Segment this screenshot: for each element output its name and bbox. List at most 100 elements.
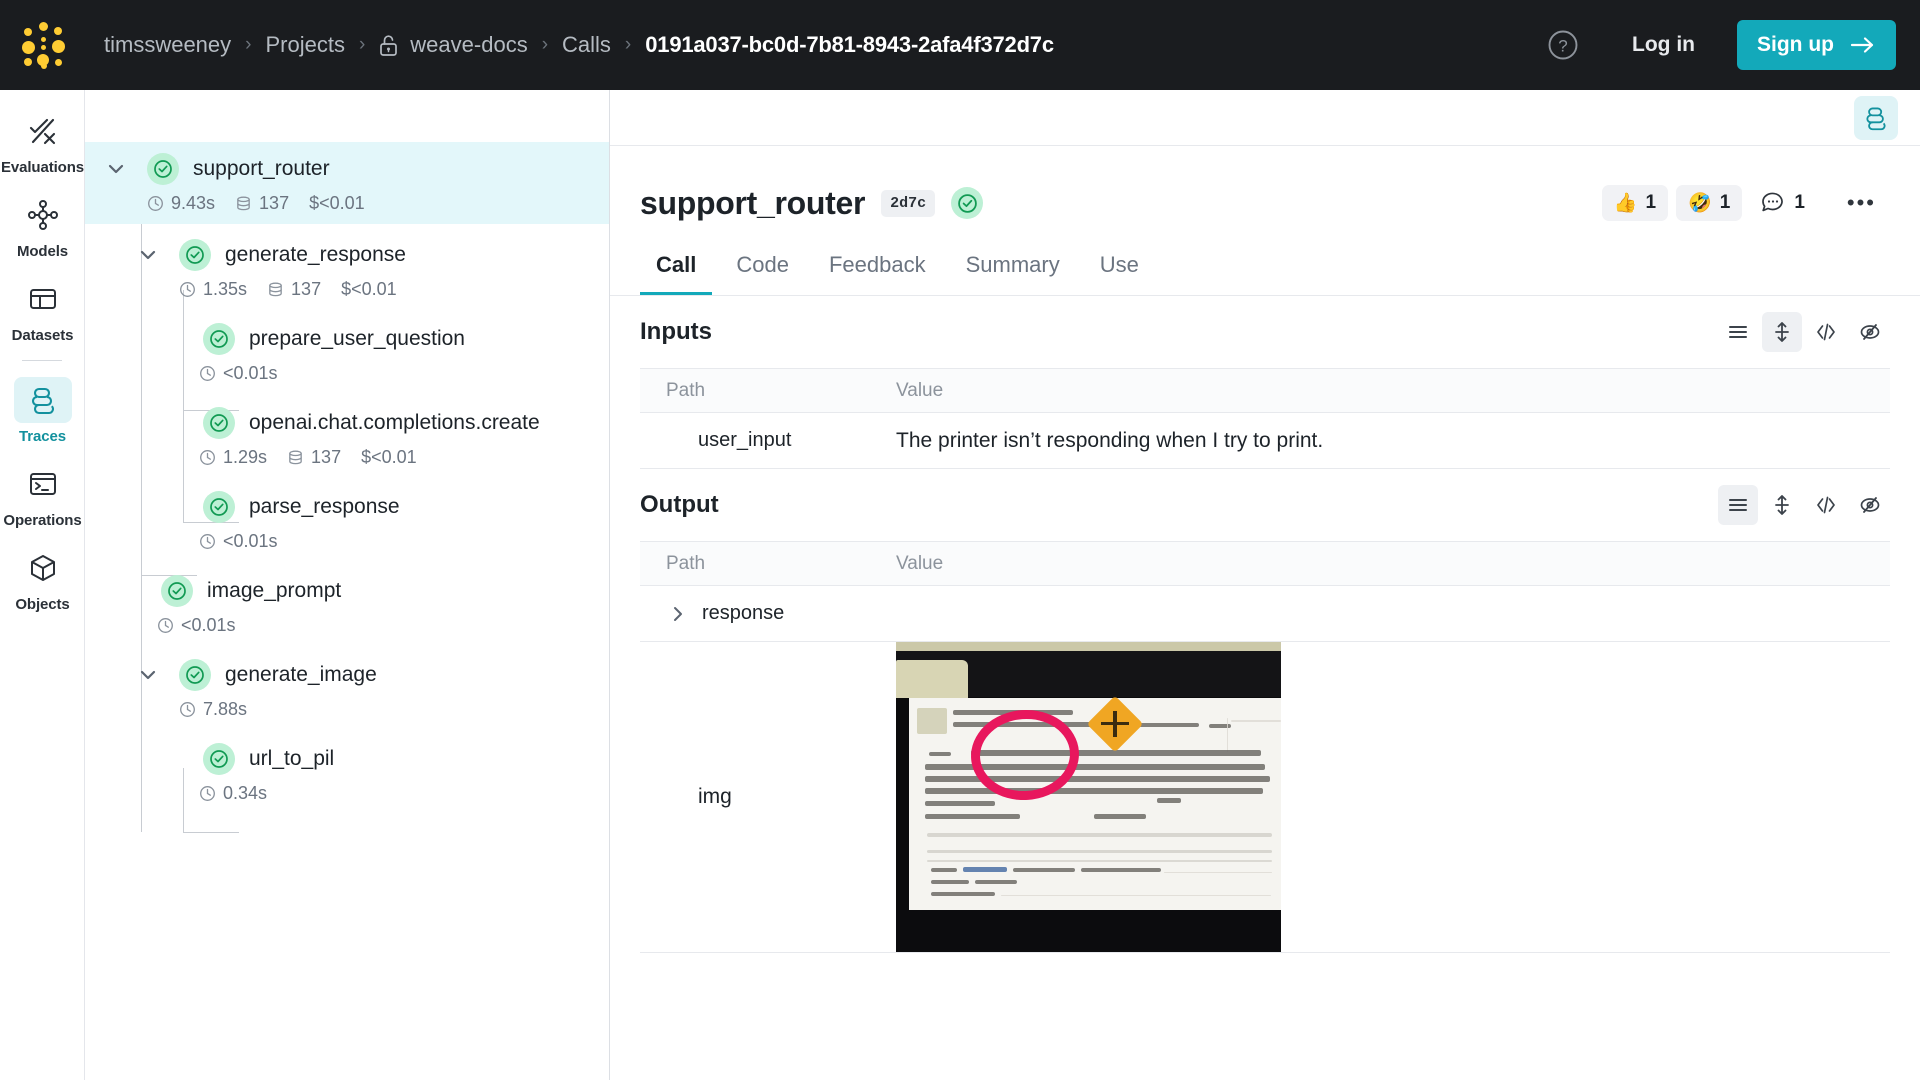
version-badge[interactable]: 2d7c (881, 189, 936, 217)
unlock-icon (380, 35, 398, 56)
chevron-down-icon[interactable] (99, 158, 133, 180)
chevron-down-icon[interactable] (131, 664, 165, 686)
photo-screen (909, 695, 1281, 925)
list-view-icon[interactable] (1718, 312, 1758, 352)
cost-value: $<0.01 (361, 447, 417, 467)
hide-empty-icon[interactable] (1850, 312, 1890, 352)
thumbs-up-reaction[interactable]: 👍 1 (1601, 185, 1669, 221)
column-header-value: Value (896, 379, 944, 401)
success-check-icon (203, 491, 235, 523)
success-check-icon (203, 743, 235, 775)
cost-value: $<0.01 (341, 279, 397, 299)
table-row-image[interactable]: img (640, 642, 1890, 953)
expand-rows-icon[interactable] (1762, 485, 1802, 525)
more-options-button[interactable]: ••• (1833, 192, 1890, 214)
sidebar-label-datasets: Datasets (11, 327, 74, 344)
code-view-icon[interactable] (1806, 312, 1846, 352)
photo-bottom-bezel (896, 910, 1281, 952)
breadcrumb-item-entity[interactable]: timssweeney (100, 32, 235, 58)
tab-code[interactable]: Code (720, 242, 805, 295)
sidebar-label-objects: Objects (15, 596, 70, 613)
duration-value: 7.88s (203, 699, 248, 719)
trace-node-parse-response[interactable]: parse_response <0.01s (85, 478, 609, 562)
column-header-path: Path (666, 552, 706, 574)
duration-meta: <0.01s (157, 615, 236, 636)
trace-node-url-to-pil[interactable]: url_to_pil 0.34s (85, 730, 609, 814)
trace-node-label: prepare_user_question (249, 327, 465, 350)
sidebar-item-traces[interactable]: Traces (0, 377, 85, 445)
models-icon (27, 200, 58, 230)
comment-button[interactable]: 1 (1750, 184, 1815, 222)
chevron-down-icon[interactable] (131, 244, 165, 266)
tab-summary[interactable]: Summary (950, 242, 1076, 295)
cost-meta: $<0.01 (361, 447, 417, 468)
breadcrumb-separator: › (245, 34, 252, 55)
trace-node-prepare-user-question[interactable]: prepare_user_question <0.01s (85, 310, 609, 394)
output-image-holder (896, 642, 1890, 952)
expand-rows-icon[interactable] (1762, 312, 1802, 352)
models-icon-wrap (14, 192, 72, 238)
duration-value: 1.29s (223, 447, 268, 467)
output-view-tools (1718, 485, 1890, 525)
help-button[interactable]: ? (1540, 22, 1586, 68)
tab-feedback[interactable]: Feedback (813, 242, 942, 295)
trace-node-openai-chat-completions-create[interactable]: openai.chat.completions.create 1.29s 137… (85, 394, 609, 478)
output-image-preview[interactable] (896, 642, 1281, 952)
login-button[interactable]: Log in (1612, 23, 1715, 67)
tokens-value: 137 (311, 447, 342, 467)
trace-node-support-router[interactable]: support_router 9.43s 137 $<0.01 (85, 142, 609, 224)
trace-node-generate-response[interactable]: generate_response 1.35s 137 $<0.01 (85, 224, 609, 310)
sidebar-label-models: Models (16, 243, 69, 260)
trace-node-label: image_prompt (207, 579, 342, 602)
sidebar-item-operations[interactable]: Operations (0, 461, 85, 529)
sidebar-item-datasets[interactable]: Datasets (0, 276, 85, 344)
rofl-icon: 🤣 (1688, 193, 1712, 214)
traces-panel-toggle-button[interactable] (1854, 95, 1898, 140)
success-check-icon (203, 407, 235, 439)
tab-use[interactable]: Use (1084, 242, 1155, 295)
tab-call[interactable]: Call (640, 242, 713, 295)
reactions-bar: 👍 1 🤣 1 1 ••• (1601, 184, 1890, 222)
rofl-reaction[interactable]: 🤣 1 (1676, 185, 1743, 221)
tokens-value: 137 (291, 279, 322, 299)
trace-node-label: support_router (193, 157, 330, 180)
sidebar-item-evaluations[interactable]: Evaluations (0, 108, 85, 176)
breadcrumb-item-project[interactable]: weave-docs (375, 32, 531, 58)
success-check-icon (147, 153, 179, 185)
output-table: Path Value response img (640, 541, 1890, 953)
sidebar-item-models[interactable]: Models (0, 192, 85, 260)
chevron-right-icon[interactable] (668, 604, 688, 624)
signup-button[interactable]: Sign up (1737, 20, 1896, 70)
trace-node-label: parse_response (249, 495, 400, 518)
duration-value: <0.01s (223, 531, 278, 551)
hide-empty-icon[interactable] (1850, 485, 1890, 525)
breadcrumb-item-projects[interactable]: Projects (261, 32, 348, 58)
tokens-icon (237, 196, 250, 211)
duration-meta: 9.43s (147, 193, 215, 214)
inputs-title: Inputs (640, 318, 712, 345)
breadcrumb-item-calls[interactable]: Calls (558, 32, 615, 58)
arrow-right-icon (1850, 37, 1874, 53)
duration-value: <0.01s (181, 615, 236, 635)
wandb-logo[interactable] (0, 0, 86, 90)
output-path-label-img: img (698, 785, 732, 808)
table-row[interactable]: user_input The printer isn’t responding … (640, 413, 1890, 469)
sidebar-label-traces: Traces (19, 428, 66, 445)
column-header-path: Path (666, 379, 706, 401)
clock-icon (180, 282, 195, 297)
trace-node-image-prompt[interactable]: image_prompt <0.01s (85, 562, 609, 646)
signup-label: Sign up (1757, 33, 1834, 56)
trace-node-generate-image[interactable]: generate_image 7.88s (85, 646, 609, 730)
call-detail-panel: support_router 2d7c 👍 1 🤣 1 1 ••• Call C… (610, 90, 1920, 1080)
inputs-table-header: Path Value (640, 369, 1890, 413)
list-view-icon[interactable] (1718, 485, 1758, 525)
clock-icon (200, 366, 215, 381)
sidebar-item-objects[interactable]: Objects (0, 545, 85, 613)
operations-icon-wrap (14, 461, 72, 507)
clock-icon (200, 534, 215, 549)
objects-icon-wrap (14, 545, 72, 591)
page-title: support_router (640, 184, 866, 221)
code-view-icon[interactable] (1806, 485, 1846, 525)
table-row[interactable]: response (640, 586, 1890, 642)
breadcrumb-separator: › (624, 34, 632, 55)
